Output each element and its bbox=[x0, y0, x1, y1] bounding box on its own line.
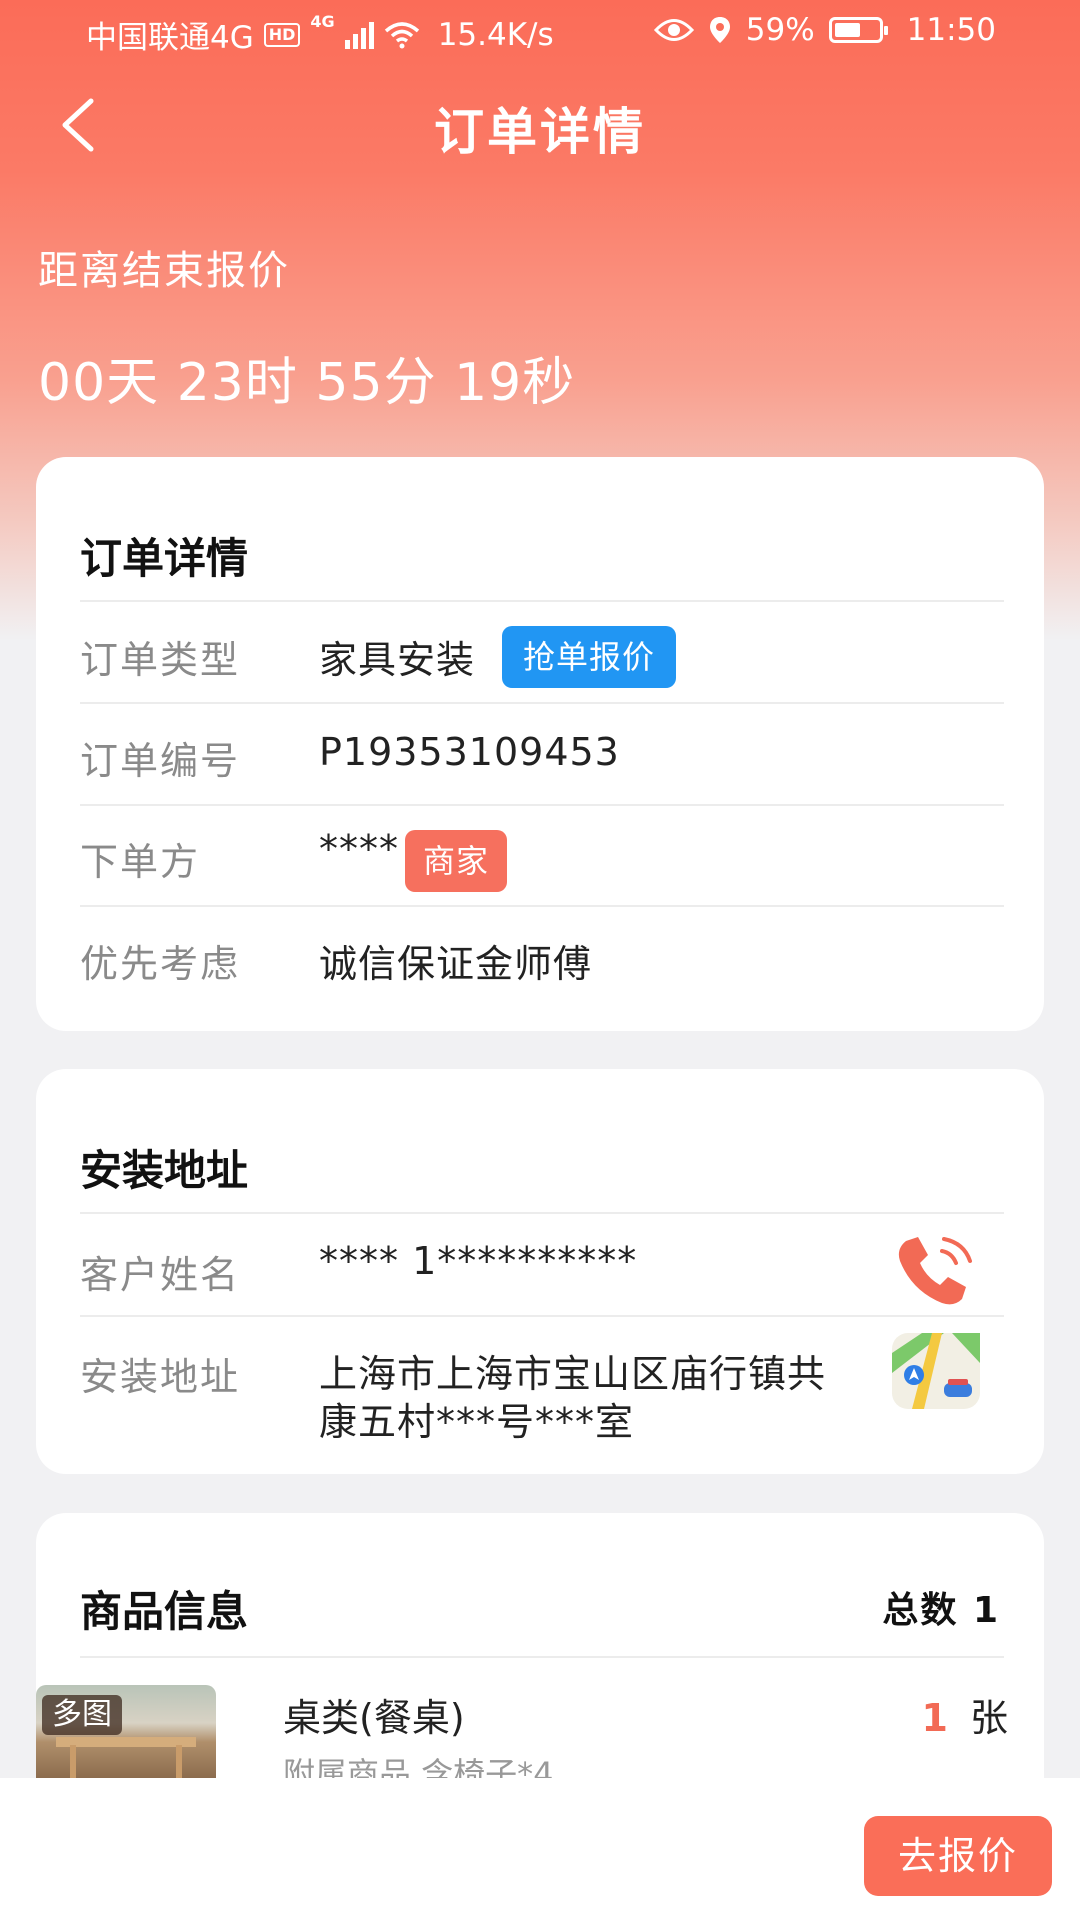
address-card-title: 安装地址 bbox=[80, 1146, 249, 1195]
goods-qty-number: 1 bbox=[921, 1696, 948, 1740]
battery-percent: 59% bbox=[745, 12, 815, 48]
goods-total: 总数 1 bbox=[882, 1590, 1000, 1631]
multi-image-badge: 多图 bbox=[42, 1695, 122, 1735]
signal-icon bbox=[344, 21, 374, 49]
goods-name: 桌类(餐桌) bbox=[283, 1696, 465, 1740]
priority-label: 优先考虑 bbox=[80, 942, 241, 986]
priority-value: 诚信保证金师傅 bbox=[319, 942, 593, 986]
divider bbox=[80, 804, 1004, 806]
status-bar: 中国联通4G HD 4G 15.4K/s 59% 11:50 bbox=[0, 0, 1080, 64]
order-number-label: 订单编号 bbox=[80, 739, 241, 783]
eye-icon bbox=[653, 19, 694, 41]
divider bbox=[80, 1656, 1004, 1658]
countdown-value: 00天 23时 55分 19秒 bbox=[38, 353, 576, 413]
phone-call-icon[interactable] bbox=[892, 1229, 980, 1309]
battery-icon bbox=[828, 17, 888, 43]
divider bbox=[80, 1212, 1004, 1214]
grab-quote-tag: 抢单报价 bbox=[502, 626, 676, 688]
order-type-label: 订单类型 bbox=[80, 638, 241, 682]
map-navigation-icon[interactable] bbox=[892, 1333, 980, 1409]
hd-badge: HD bbox=[263, 22, 301, 47]
divider bbox=[80, 1315, 1004, 1317]
wifi-icon bbox=[384, 21, 419, 48]
order-party-value: **** bbox=[319, 827, 399, 871]
location-icon bbox=[709, 17, 730, 43]
quote-button[interactable]: 去报价 bbox=[864, 1816, 1052, 1896]
order-type-value: 家具安装 bbox=[319, 638, 476, 682]
customer-name-value: **** 1********** bbox=[319, 1239, 638, 1283]
order-detail-card: 订单详情 订单类型 家具安装 抢单报价 订单编号 P19353109453 下单… bbox=[36, 457, 1044, 1031]
address-line-2: 康五村***号***室 bbox=[319, 1400, 635, 1444]
goods-thumbnail[interactable]: 多图 bbox=[36, 1685, 216, 1780]
divider bbox=[80, 905, 1004, 907]
merchant-tag: 商家 bbox=[405, 830, 507, 892]
divider bbox=[80, 702, 1004, 704]
network-speed: 15.4K/s bbox=[437, 16, 554, 53]
address-line-1: 上海市上海市宝山区庙行镇共 bbox=[319, 1352, 827, 1396]
goods-card-title: 商品信息 bbox=[80, 1587, 249, 1636]
goods-qty-unit: 张 bbox=[969, 1696, 1008, 1740]
order-party-label: 下单方 bbox=[80, 840, 201, 884]
clock: 11:50 bbox=[906, 12, 996, 48]
page-title: 订单详情 bbox=[434, 103, 646, 161]
install-address-card: 安装地址 客户姓名 **** 1********** 安装地址 上海市上海市宝山… bbox=[36, 1069, 1044, 1474]
carrier-label: 中国联通4G bbox=[86, 20, 254, 56]
network-type: 4G bbox=[310, 12, 335, 31]
customer-name-label: 客户姓名 bbox=[80, 1253, 241, 1297]
address-label: 安装地址 bbox=[80, 1355, 241, 1399]
divider bbox=[80, 600, 1004, 602]
order-number-value: P19353109453 bbox=[319, 730, 620, 774]
countdown-label: 距离结束报价 bbox=[38, 248, 290, 294]
goods-quantity: 1 张 bbox=[921, 1687, 1008, 1742]
order-card-title: 订单详情 bbox=[80, 534, 249, 583]
